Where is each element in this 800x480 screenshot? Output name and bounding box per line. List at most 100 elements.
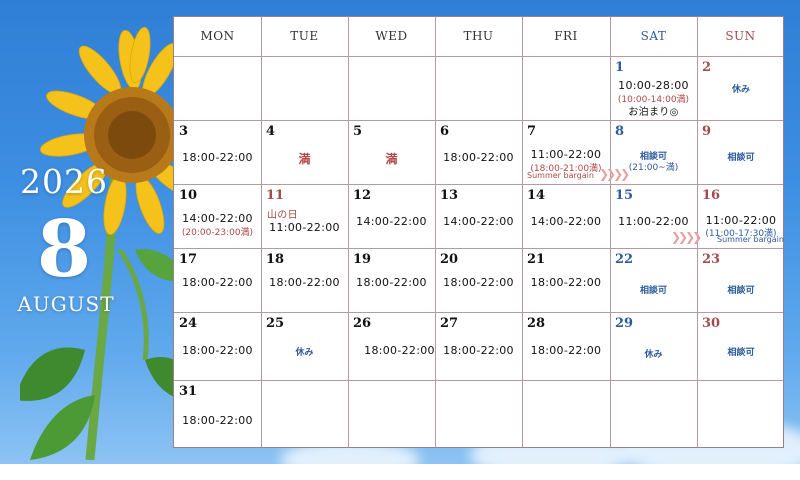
day-cell[interactable]: 13 14:00-22:00 [435,184,522,248]
day-cell[interactable]: 8 相談可 (21:00~満) [610,120,697,184]
day-number: 5 [353,124,363,139]
day-number: 25 [266,316,285,331]
day-number: 13 [440,188,459,203]
day-time: 11:00-22:00 [269,221,340,234]
day-cell[interactable]: 30 相談可 [697,312,785,380]
day-label: 相談可 [639,286,667,296]
weekday-sat: SAT [640,29,667,43]
day-label: 休み [644,350,663,360]
day-number: 18 [266,252,285,267]
month-name: AUGUST [17,292,115,316]
day-note: (20:00-23:00満) [181,228,254,238]
day-number: 30 [702,316,721,331]
month-number: 8 [36,204,92,295]
day-cell[interactable]: 27 18:00-22:00 [435,312,522,380]
day-number: 31 [179,384,198,399]
year-label: 2026 [20,162,108,201]
holiday-label: 山の日 [267,210,298,221]
day-number: 29 [615,316,634,331]
day-cell[interactable]: 12 14:00-22:00 [348,184,435,248]
day-number: 6 [440,124,450,139]
day-time: 18:00-22:00 [530,276,602,289]
day-cell[interactable]: 3 18:00-22:00 [174,120,261,184]
day-cell[interactable]: 31 18:00-22:00 [174,380,261,449]
day-number: 12 [353,188,372,203]
day-number: 8 [615,124,625,139]
day-time: 11:00-22:00 [530,148,602,161]
day-full-label: 満 [385,152,398,166]
day-time: 18:00-22:00 [364,344,435,357]
day-time: 14:00-22:00 [356,215,427,228]
day-number: 3 [179,124,189,139]
day-cell[interactable]: 17 18:00-22:00 [174,248,261,312]
day-cell[interactable]: 22 相談可 [610,248,697,312]
day-time: 18:00-22:00 [443,276,514,289]
day-note: (21:00~満) [628,163,679,173]
day-cell[interactable]: 14 14:00-22:00 [522,184,610,248]
weekday-sun: SUN [725,29,756,43]
day-cell[interactable]: 19 18:00-22:00 [348,248,435,312]
day-time: 14:00-22:00 [182,212,253,225]
day-number: 11 [266,188,285,203]
day-number: 27 [440,316,459,331]
day-cell[interactable]: 24 18:00-22:00 [174,312,261,380]
day-cell[interactable]: 5 満 [348,120,435,184]
day-number: 28 [527,316,546,331]
day-number: 4 [266,124,276,139]
day-time: 14:00-22:00 [443,215,514,228]
day-time: 11:00-22:00 [618,215,689,228]
day-number: 10 [179,188,198,203]
day-cell[interactable]: 1 10:00-28:00 (10:00-14:00満) お泊まり◎ [610,56,697,120]
day-label: 相談可 [727,286,755,296]
day-number: 9 [702,124,712,139]
weekday-wed: WED [375,29,408,43]
day-cell[interactable]: 9 相談可 [697,120,785,184]
summer-bargain-label: Summer bargain [527,171,594,180]
day-time: 18:00-22:00 [182,276,253,289]
day-time: 18:00-22:00 [356,276,427,289]
day-time: 18:00-22:00 [443,151,514,164]
day-cell[interactable]: 7 11:00-22:00 (18:00-21:00満) Summer barg… [522,120,610,184]
day-number: 19 [353,252,372,267]
weekday-fri: FRI [554,29,578,43]
day-time: 18:00-22:00 [182,151,253,164]
day-cell[interactable]: 20 18:00-22:00 [435,248,522,312]
day-number: 14 [527,188,546,203]
day-time: 18:00-22:00 [530,344,602,357]
day-number: 2 [702,60,712,75]
day-cell[interactable]: 26 18:00-22:00 [348,312,435,380]
day-number: 7 [527,124,537,139]
day-cell[interactable]: 16 11:00-22:00 (11:00-17:30満) Summer bar… [697,184,785,248]
day-cell[interactable]: 18 18:00-22:00 [261,248,348,312]
weekday-mon: MON [200,29,235,43]
day-number: 1 [615,60,625,75]
chevron-arrow-icon: ❯❯❯❯ [671,230,702,244]
day-cell[interactable]: 29 休み [610,312,697,380]
day-cell[interactable]: 2 休み [697,56,785,120]
day-cell[interactable]: 28 18:00-22:00 [522,312,610,380]
day-number: 16 [702,188,721,203]
weekday-thu: THU [463,29,494,43]
day-label: 休み [731,85,750,95]
day-extra: お泊まり◎ [628,107,679,118]
calendar-grid: MON TUE WED THU FRI SAT SUN 1 10:00-28:0… [173,16,784,448]
day-cell[interactable]: 25 休み [261,312,348,380]
day-number: 15 [615,188,634,203]
day-cell[interactable]: 21 18:00-22:00 [522,248,610,312]
day-label: 相談可 [727,348,755,358]
day-time: 18:00-22:00 [182,344,253,357]
day-cell[interactable]: 10 14:00-22:00 (20:00-23:00満) [174,184,261,248]
day-full-label: 満 [298,152,311,166]
day-number: 24 [179,316,198,331]
day-cell[interactable]: 23 相談可 [697,248,785,312]
day-cell[interactable]: 4 満 [261,120,348,184]
weekday-tue: TUE [290,29,319,43]
day-label: 相談可 [727,153,755,163]
day-cell[interactable]: 11 山の日 11:00-22:00 [261,184,348,248]
day-cell[interactable]: 6 18:00-22:00 [435,120,522,184]
day-number: 21 [527,252,546,267]
day-number: 22 [615,252,634,267]
day-time: 10:00-28:00 [618,79,689,92]
day-label: 休み [295,348,314,358]
day-number: 17 [179,252,198,267]
